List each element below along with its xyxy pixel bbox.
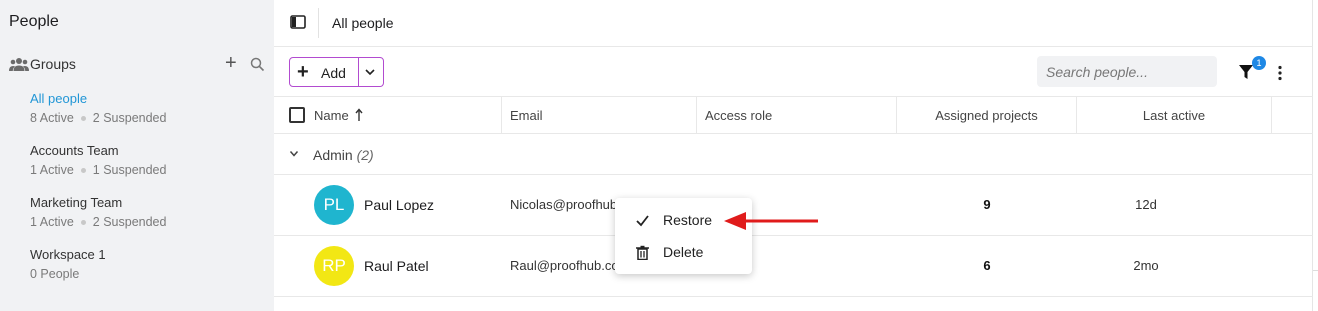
avatar: RP	[314, 246, 354, 286]
trash-icon	[636, 245, 649, 260]
group-meta: 0 People	[30, 266, 260, 282]
menu-item-label: Restore	[663, 212, 713, 228]
filter-count-badge: 1	[1252, 56, 1266, 70]
last-active: 2mo	[1133, 258, 1159, 273]
chevron-down-icon[interactable]	[289, 150, 299, 158]
group-name: Accounts Team	[30, 143, 119, 158]
annotation-arrow-icon	[724, 212, 818, 230]
arrow-up-icon[interactable]	[355, 108, 363, 122]
column-divider	[1271, 97, 1272, 134]
group-name: All people	[30, 91, 88, 106]
separator-dot	[80, 168, 86, 174]
sidebar-item-workspace-1[interactable]: Workspace 1 0 People	[30, 247, 260, 282]
active-count: 1 Active	[30, 215, 74, 229]
menu-item-delete[interactable]: Delete	[615, 237, 752, 267]
user-name: Paul Lopez	[364, 197, 435, 213]
group-name: Marketing Team	[30, 195, 123, 210]
group-name: Workspace 1	[30, 247, 106, 262]
check-icon	[636, 215, 649, 227]
table-row[interactable]: RP Raul Patel Raul@proofhub.com 6 2mo	[274, 236, 1313, 297]
table-header: Name Email Access role Assigned projects…	[274, 97, 1313, 134]
add-button[interactable]: + Add	[289, 57, 384, 87]
chevron-down-icon[interactable]	[364, 67, 376, 77]
more-vertical-icon[interactable]	[1277, 65, 1283, 81]
toolbar: + Add 1	[274, 47, 1313, 97]
divider	[1313, 270, 1318, 271]
column-divider	[696, 97, 697, 134]
search-groups-icon[interactable]	[250, 57, 265, 72]
sidebar-title: People	[9, 13, 59, 30]
divider	[318, 8, 319, 38]
groups-header: Groups +	[9, 53, 267, 74]
suspended-count: 1 Suspended	[92, 163, 167, 177]
last-active: 12d	[1135, 197, 1157, 212]
menu-item-label: Delete	[663, 244, 704, 260]
group-name: Admin	[313, 147, 353, 163]
search-input[interactable]	[1037, 56, 1217, 87]
group-meta: 1 Active 1 Suspended	[30, 162, 260, 178]
group-row-admin[interactable]: Admin (2)	[274, 134, 1313, 175]
user-name: Raul Patel	[364, 258, 429, 274]
column-header-access-role[interactable]: Access role	[705, 97, 772, 134]
separator-dot	[80, 220, 86, 226]
active-count: 8 Active	[30, 111, 74, 125]
suspended-count: 2 Suspended	[92, 111, 167, 125]
avatar: PL	[314, 185, 354, 225]
column-header-last-active[interactable]: Last active	[1077, 97, 1271, 134]
add-group-icon[interactable]: +	[225, 53, 237, 73]
add-button-label: Add	[321, 65, 346, 81]
suspended-count: 2 Suspended	[92, 215, 167, 229]
separator-dot	[80, 116, 86, 122]
divider	[358, 58, 359, 86]
sidebar-item-accounts-team[interactable]: Accounts Team 1 Active 1 Suspended	[30, 143, 260, 178]
main-panel: All people + Add 1	[274, 0, 1313, 311]
group-meta: 8 Active 2 Suspended	[30, 110, 260, 126]
sidebar: People Groups + All people 8 Active 2 Sus…	[0, 0, 274, 311]
app-window: People Groups + All people 8 Active 2 Sus…	[0, 0, 1318, 311]
column-divider	[501, 97, 502, 134]
group-label: Admin (2)	[313, 147, 374, 163]
search-people-field[interactable]	[1037, 56, 1217, 87]
user-email: Raul@proofhub.com	[510, 258, 630, 273]
people-count: 0 People	[30, 267, 80, 281]
active-count: 1 Active	[30, 163, 74, 177]
select-all-checkbox[interactable]	[289, 107, 305, 123]
groups-label: Groups	[30, 56, 76, 72]
column-header-name[interactable]: Name	[314, 97, 349, 134]
people-group-icon	[9, 58, 29, 71]
page-title: All people	[332, 15, 394, 31]
sidebar-item-marketing-team[interactable]: Marketing Team 1 Active 2 Suspended	[30, 195, 260, 230]
assigned-projects-count: 6	[983, 258, 991, 273]
plus-icon: +	[297, 61, 309, 83]
toggle-sidebar-icon[interactable]	[290, 15, 306, 29]
filter-icon[interactable]	[1238, 64, 1254, 80]
column-header-email[interactable]: Email	[510, 97, 543, 134]
assigned-projects-count: 9	[983, 197, 991, 212]
group-count: (2)	[356, 147, 374, 163]
top-bar: All people	[274, 0, 1313, 47]
column-header-assigned-projects[interactable]: Assigned projects	[897, 97, 1076, 134]
sidebar-item-all-people[interactable]: All people 8 Active 2 Suspended	[30, 91, 260, 126]
group-meta: 1 Active 2 Suspended	[30, 214, 260, 230]
